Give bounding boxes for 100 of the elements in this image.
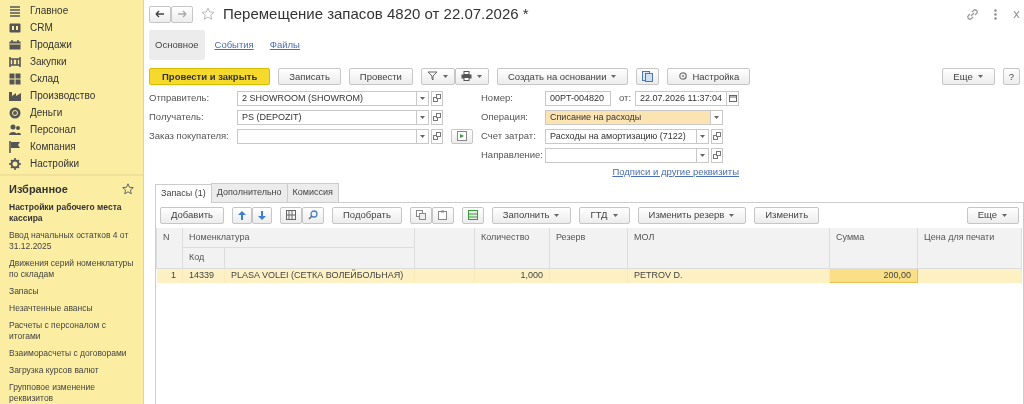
open-button[interactable] xyxy=(711,128,723,144)
calendar-button[interactable] xyxy=(727,90,739,106)
select-button[interactable] xyxy=(451,128,473,144)
barcode-button[interactable] xyxy=(280,206,302,224)
date-field[interactable]: 22.07.2026 11:37:04 xyxy=(635,90,727,106)
post-and-close-button[interactable]: Провести и закрыть xyxy=(149,67,271,85)
field-label: Номер: xyxy=(481,91,514,106)
favorite-link[interactable]: Групповое изменение реквизитов xyxy=(0,380,143,404)
favorite-link[interactable]: Незачтенные авансы xyxy=(0,301,143,319)
sidebar-item[interactable]: CRM xyxy=(30,20,53,35)
table-tab[interactable]: Комиссия xyxy=(286,183,339,202)
paste-button[interactable] xyxy=(431,206,454,224)
caret-icon xyxy=(728,211,736,219)
close-icon[interactable] xyxy=(1013,9,1020,19)
link-icon[interactable] xyxy=(967,8,978,20)
open-window-icon xyxy=(433,94,441,103)
field-label: Заказ покупателя: xyxy=(149,129,230,144)
filter-button[interactable] xyxy=(420,67,455,85)
open-button[interactable] xyxy=(431,128,443,144)
help-button[interactable]: ? xyxy=(1002,67,1020,85)
sidebar-item[interactable]: Деньги xyxy=(30,105,63,120)
clipboard-icon xyxy=(437,210,448,220)
favorite-link[interactable]: Запасы xyxy=(0,284,143,302)
move-up-button[interactable] xyxy=(232,206,252,224)
sidebar-item[interactable]: Продажи xyxy=(30,37,72,52)
back-arrow-icon xyxy=(155,10,165,19)
star-icon[interactable] xyxy=(122,183,134,196)
sidebar-item[interactable]: Главное xyxy=(30,3,69,18)
more-button[interactable]: Еще xyxy=(942,67,995,85)
star-icon[interactable] xyxy=(201,7,215,22)
dropdown-button[interactable] xyxy=(417,90,429,106)
table-tab[interactable]: Запасы (1) xyxy=(155,184,212,203)
form-tab[interactable]: События xyxy=(208,33,260,56)
spreadsheet-icon xyxy=(467,210,478,220)
sidebar-item[interactable]: Закупки xyxy=(30,54,67,69)
field-label: Получатель: xyxy=(149,110,205,125)
input-field[interactable]: Списание на расходы xyxy=(545,109,711,125)
favorite-link[interactable]: Расчеты с персоналом с итогами xyxy=(0,318,143,347)
pick-button[interactable]: Подобрать xyxy=(332,206,402,224)
back-button[interactable] xyxy=(149,5,171,23)
dropdown-button[interactable] xyxy=(711,109,723,125)
structure-button[interactable] xyxy=(636,67,660,85)
favorite-link[interactable]: Ввод начальных остатков 4 от 31.12.2025 xyxy=(0,228,143,257)
input-field[interactable]: 00PT-004820 xyxy=(545,90,611,106)
save-button[interactable]: Записать xyxy=(278,67,341,85)
search-button[interactable] xyxy=(302,206,324,224)
input-field[interactable] xyxy=(237,128,417,144)
card-icon xyxy=(9,21,21,34)
favorite-link[interactable]: Взаиморасчеты с договорами xyxy=(0,346,143,364)
open-window-icon xyxy=(713,132,721,141)
post-button[interactable]: Провести xyxy=(348,67,413,85)
input-field[interactable] xyxy=(545,147,697,163)
up-arrow-icon xyxy=(238,210,246,220)
column-header: МОЛ xyxy=(627,227,830,268)
sidebar-item[interactable]: Склад xyxy=(30,71,59,86)
caret-icon xyxy=(713,113,720,121)
open-button[interactable] xyxy=(711,147,723,163)
dropdown-button[interactable] xyxy=(417,109,429,125)
table-tab[interactable]: Дополнительно xyxy=(210,183,288,202)
favorites-title: Избранное xyxy=(9,182,68,197)
coin-icon xyxy=(9,106,21,119)
field-label: Счет затрат: xyxy=(481,129,537,144)
more-button[interactable]: Еще xyxy=(966,206,1019,224)
column-header: Цена для печати xyxy=(917,227,1022,268)
dropdown-button[interactable] xyxy=(417,128,429,144)
change-button[interactable]: Изменить xyxy=(754,206,820,224)
form-tab[interactable]: Файлы xyxy=(263,33,306,56)
favorite-link[interactable]: Настройки рабочего места кассира xyxy=(0,200,143,229)
open-button[interactable] xyxy=(431,90,443,106)
open-button[interactable] xyxy=(431,109,443,125)
input-field[interactable]: Расходы на амортизацию (7122) xyxy=(545,128,697,144)
input-field[interactable]: 2 SHOWROOM (SHOWROM) xyxy=(237,90,417,106)
sidebar-item[interactable]: Компания xyxy=(30,139,76,154)
copy-icon xyxy=(415,210,426,220)
dropdown-button[interactable] xyxy=(697,128,709,144)
add-button[interactable]: Добавить xyxy=(160,206,224,224)
field-label: от: xyxy=(619,91,632,106)
caret-icon xyxy=(699,151,706,159)
customs-declaration-button[interactable]: ГТД xyxy=(579,206,630,224)
change-reserve-button[interactable]: Изменить резерв xyxy=(637,206,747,224)
move-down-button[interactable] xyxy=(252,206,272,224)
favorite-link[interactable]: Движения серий номенклатуры по складам xyxy=(0,256,143,285)
sidebar-item[interactable]: Производство xyxy=(30,88,96,103)
favorite-link[interactable]: Загрузка курсов валют xyxy=(0,363,143,381)
field-label: Направление: xyxy=(481,148,544,163)
more-icon[interactable] xyxy=(994,8,997,20)
input-field[interactable]: PS (DEPOZIT) xyxy=(237,109,417,125)
form-tab[interactable]: Основное xyxy=(149,29,205,60)
settings-button[interactable]: Настройка xyxy=(667,67,751,85)
spreadsheet-button[interactable] xyxy=(461,206,484,224)
sidebar-item[interactable]: Персонал xyxy=(30,122,76,137)
dropdown-button[interactable] xyxy=(697,147,709,163)
create-based-on-button[interactable]: Создать на основании xyxy=(496,67,629,85)
copy-button[interactable] xyxy=(409,206,432,224)
fill-button[interactable]: Заполнить xyxy=(491,206,572,224)
sidebar-item[interactable]: Настройки xyxy=(30,156,80,171)
print-button[interactable] xyxy=(454,67,489,85)
caret-icon xyxy=(610,72,618,80)
search-icon xyxy=(308,210,318,220)
details-link[interactable]: Подписи и другие реквизиты xyxy=(612,164,739,179)
